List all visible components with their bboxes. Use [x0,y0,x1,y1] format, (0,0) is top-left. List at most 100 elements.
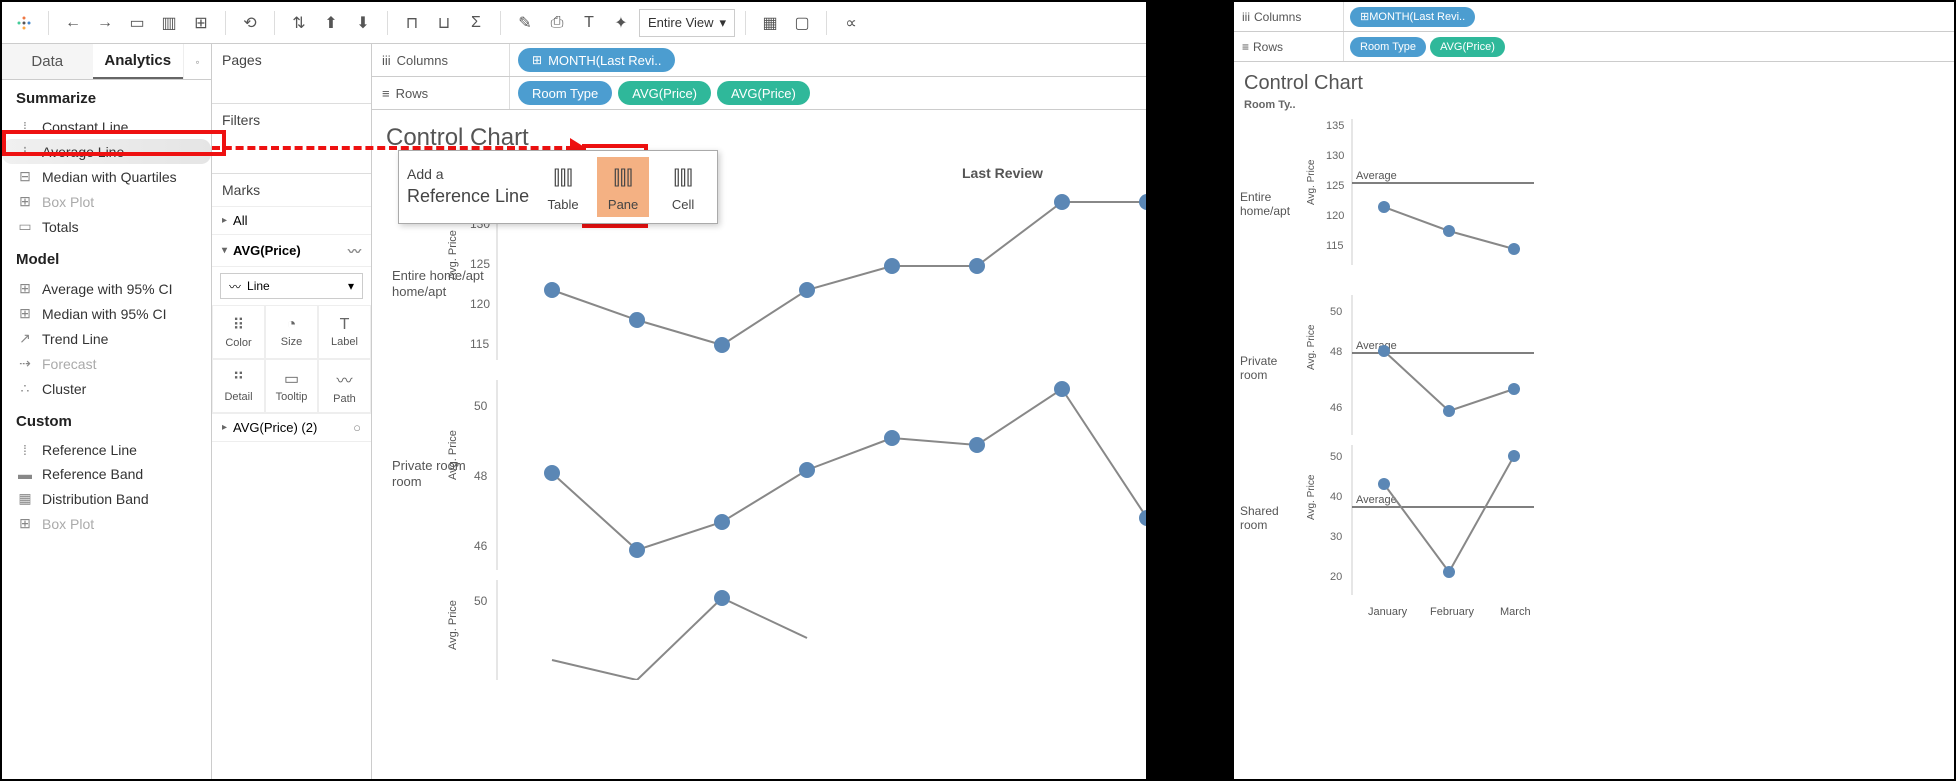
marks-avg-price-2[interactable]: ▸AVG(Price) (2)○ [212,414,371,442]
pages-shelf[interactable]: Pages [212,44,371,104]
mark-type-dropdown[interactable]: 〰Line▾ [220,273,363,299]
analytics-ref-line[interactable]: ⁞Reference Line [2,438,211,462]
text-icon[interactable]: T [575,9,603,37]
drop-target-pane[interactable]: ⫿⫿⫿Pane [597,157,649,217]
svg-text:46: 46 [474,539,488,553]
r-pill-avg-price[interactable]: AVG(Price) [1430,37,1505,57]
r-rows-label: ≡Rows [1234,32,1344,61]
clip-icon[interactable]: ⎙ [543,9,571,37]
cards-column: Pages Filters Marks ▸All ▾AVG(Price)〰 〰L… [212,44,372,779]
pill-month[interactable]: ⊞MONTH(Last Revi.. [518,48,675,72]
analytics-median-quartiles[interactable]: ⊟Median with Quartiles [2,164,211,189]
tab-data[interactable]: Data [2,44,93,79]
svg-text:Private: Private [1240,354,1278,368]
svg-text:February: February [1430,606,1475,618]
share-icon[interactable]: ∝ [837,9,865,37]
new-sheet-icon[interactable]: ⊞ [187,9,215,37]
label-icon: T [340,316,350,334]
marks-all[interactable]: ▸All [212,207,371,235]
r-chart-title[interactable]: Control Chart [1234,62,1954,99]
add-reference-line-popup: Add a Reference Line ⫿⫿⫿Table ⫿⫿⫿Pane ⫿⫿… [398,150,718,224]
marks-avg-price[interactable]: ▾AVG(Price)〰 [212,235,371,267]
analytics-sidebar: Data Analytics ◦ Summarize ⁞Constant Lin… [2,44,212,779]
top-toolbar: ← → ▭ ▥ ⊞ ⟲ ⇅ ⬆ ⬇ ⊓ ⊔ Σ ✎ ⎙ T ✦ Entire V… [2,2,1146,44]
ci-icon: ⊞ [16,305,34,322]
svg-text:Avg. Price: Avg. Price [1306,324,1317,370]
svg-text:50: 50 [474,399,488,413]
main-chart[interactable]: Last Review Entire home/apt home/apt Avg… [372,160,1146,680]
refresh-icon[interactable]: ⟲ [236,9,264,37]
analytics-med-95ci[interactable]: ⊞Median with 95% CI [2,301,211,326]
svg-text:115: 115 [470,337,489,351]
analytics-cluster[interactable]: ∴Cluster [2,376,211,401]
sidebar-pin-icon[interactable]: ◦ [183,44,211,79]
highlight-icon[interactable]: ✎ [511,9,539,37]
sort-desc-icon[interactable]: ⬇ [349,9,377,37]
detail-icon: ⠛ [233,369,245,389]
analytics-ref-band[interactable]: ▬Reference Band [2,462,211,486]
svg-text:home/apt: home/apt [1240,204,1291,218]
drop-target-cell[interactable]: ⫿⫿⫿Cell [657,157,709,217]
svg-text:room: room [1240,518,1267,532]
marks-path[interactable]: 〰Path [318,359,371,413]
line-mark-icon: 〰 [348,241,361,260]
boxplot-icon: ⊞ [16,193,34,210]
marks-label[interactable]: TLabel [318,305,371,359]
svg-text:Last Review: Last Review [962,165,1043,181]
filters-shelf[interactable]: Filters [212,104,371,174]
pill-avg-price-1[interactable]: AVG(Price) [618,81,711,105]
pill-avg-price-2[interactable]: AVG(Price) [717,81,810,105]
marks-detail[interactable]: ⠛Detail [212,359,265,413]
median-icon: ⊟ [16,168,34,185]
refline-icon: ⁞ [16,442,34,458]
analytics-trend-line[interactable]: ↗Trend Line [2,326,211,351]
forward-arrow-icon[interactable]: → [91,9,119,37]
svg-text:20: 20 [1330,571,1342,583]
size-icon: ◔ [287,316,297,334]
logo-icon[interactable] [10,9,38,37]
svg-text:115: 115 [1326,240,1344,252]
back-arrow-icon[interactable]: ← [59,9,87,37]
marks-color[interactable]: ⠿Color [212,305,265,359]
pill-room-type[interactable]: Room Type [518,81,612,105]
r-pill-month[interactable]: ⊞ MONTH(Last Revi.. [1350,7,1475,27]
ci-icon: ⊞ [16,280,34,297]
show-me-icon[interactable]: ▦ [756,9,784,37]
pin-icon[interactable]: ✦ [607,9,635,37]
analytics-avg-95ci[interactable]: ⊞Average with 95% CI [2,276,211,301]
drop-target-table[interactable]: ⫿⫿⫿Table [537,157,589,217]
ungroup-icon[interactable]: ⊔ [430,9,458,37]
swap-icon[interactable]: ⇅ [285,9,313,37]
sort-asc-icon[interactable]: ⬆ [317,9,345,37]
tab-analytics[interactable]: Analytics [93,44,184,79]
view-fit-dropdown[interactable]: Entire View▾ [639,9,735,37]
section-custom: Custom [2,403,211,436]
new-data-icon[interactable]: ▥ [155,9,183,37]
svg-text:125: 125 [470,257,490,271]
analytics-average-line[interactable]: ⁝Average Line [2,139,211,164]
analytics-box-plot: ⊞Box Plot [2,189,211,214]
section-model: Model [2,241,211,274]
analytics-totals[interactable]: ▭Totals [2,214,211,239]
marks-tooltip[interactable]: ▭Tooltip [265,359,318,413]
svg-text:Average: Average [1356,170,1397,182]
cluster-icon: ∴ [16,380,34,397]
presentation-icon[interactable]: ▢ [788,9,816,37]
svg-text:125: 125 [1326,180,1344,192]
analytics-constant-line[interactable]: ⁞Constant Line [2,115,211,139]
trend-icon: ↗ [16,330,34,347]
group-icon[interactable]: ⊓ [398,9,426,37]
marks-card-header: Marks [212,174,371,207]
save-icon[interactable]: ▭ [123,9,151,37]
right-chart[interactable]: Entire home/apt Avg. Price 135 130 125 1… [1234,115,1954,755]
cell-icon: ⫿⫿⫿ [665,163,701,195]
svg-text:40: 40 [1330,491,1342,503]
marks-size[interactable]: ◔Size [265,305,318,359]
path-icon: 〰 [336,367,352,391]
analytics-dist-band[interactable]: ▦Distribution Band [2,486,211,511]
circle-mark-icon: ○ [353,420,361,435]
totals-icon[interactable]: Σ [462,9,490,37]
r-pill-room-type[interactable]: Room Type [1350,37,1426,57]
svg-text:March: March [1500,606,1531,618]
forecast-icon: ⇢ [16,355,34,372]
